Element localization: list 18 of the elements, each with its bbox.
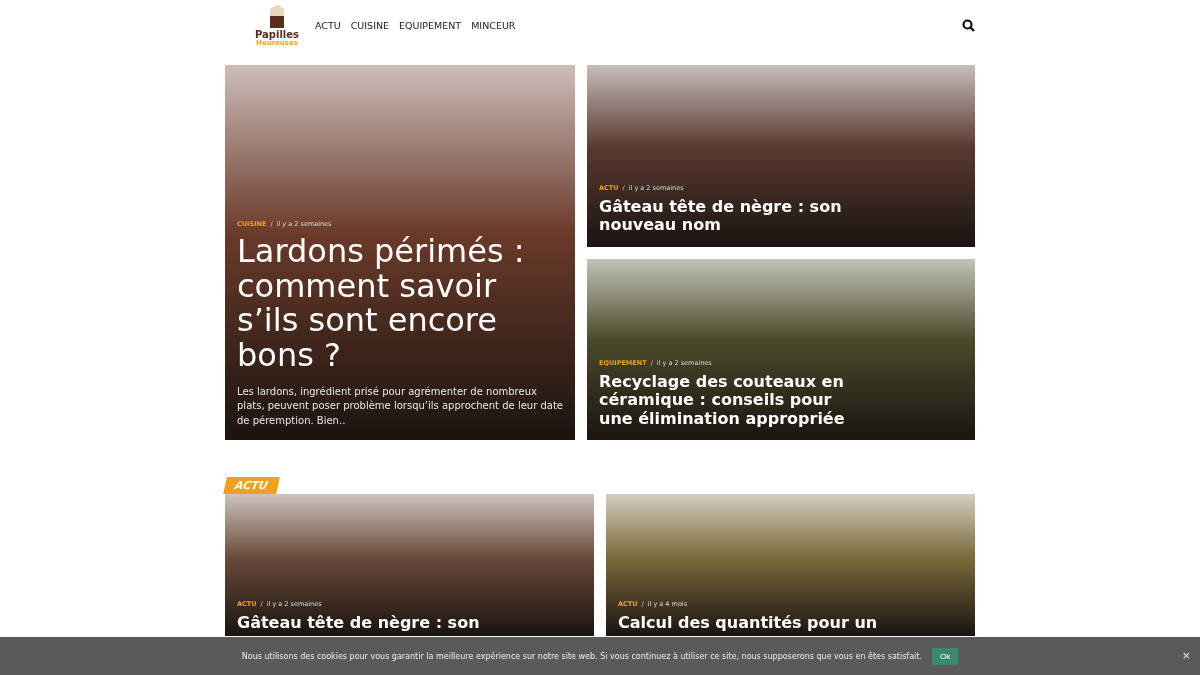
ok-button[interactable]: Ok bbox=[931, 647, 959, 665]
section-label: ACTU bbox=[223, 477, 280, 494]
article-title[interactable]: Gâteau tête de nègre : son bbox=[237, 613, 507, 632]
article-title[interactable]: Recyclage des couteaux en céramique : conseils pour une élimination appropriée bbox=[599, 372, 869, 428]
nav-link[interactable]: EQUIPEMENT bbox=[399, 19, 462, 31]
nav-link[interactable]: ACTU bbox=[315, 19, 341, 31]
close-button[interactable]: × bbox=[1182, 648, 1190, 663]
article-title[interactable]: Calcul des quantités pour un bbox=[618, 613, 888, 632]
article-title[interactable]: Lardons périmés : comment savoir s’ils sont encore bons ? bbox=[237, 234, 527, 373]
article-title[interactable]: Gâteau tête de nègre : son nouveau nom bbox=[599, 197, 869, 235]
search-icon bbox=[962, 18, 975, 32]
cookie-notice: Nous utilisons des cookies pour vous garantir la meilleure expérience sur notre site web. Si vous continuez à utiliser ce site, nous supposerons que vous en êtes satisfait. bbox=[241, 651, 922, 661]
logo-text: Papilles bbox=[255, 29, 299, 40]
article-excerpt: Les lardons, ingrédient prisé pour agrémenter de nombreux plats, peuvent poser problème lorsqu’ils approchent de leur date de péremption. Bien.. bbox=[237, 384, 563, 428]
nav-link[interactable]: MINCEUR bbox=[471, 19, 516, 31]
article-card[interactable] bbox=[225, 65, 575, 440]
nav-link[interactable]: CUISINE bbox=[350, 19, 390, 31]
search-button[interactable] bbox=[962, 18, 975, 32]
